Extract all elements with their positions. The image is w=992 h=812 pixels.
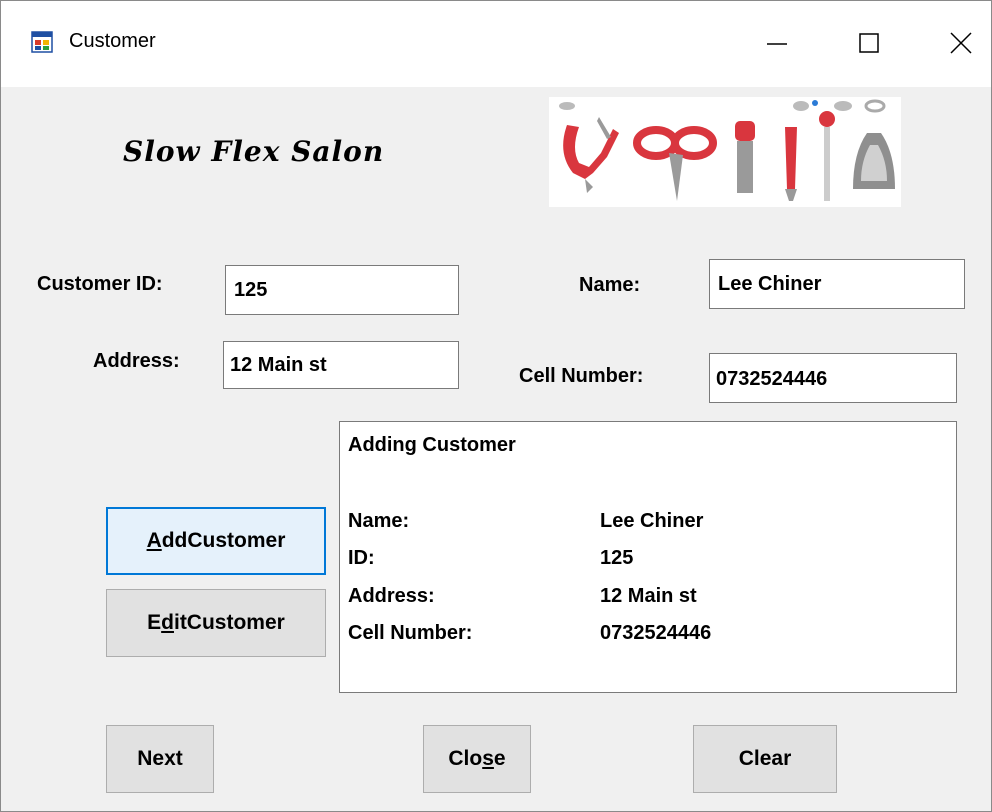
output-name-value: Lee Chiner (600, 510, 704, 532)
close-label-start: Clo (448, 747, 483, 770)
minimize-icon (767, 43, 787, 45)
edit-customer-label-start: E (147, 611, 162, 634)
close-window-button[interactable] (931, 15, 991, 71)
add-customer-label: ddCustomer (161, 529, 286, 552)
maximize-button[interactable] (839, 15, 899, 71)
salon-tools-image (549, 97, 901, 207)
title-bar: Customer (1, 1, 991, 87)
name-field[interactable]: Lee Chiner (709, 259, 965, 309)
cell-number-field[interactable]: 0732524446 (709, 353, 957, 403)
app-icon (31, 31, 53, 53)
output-cell-label: Cell Number: (348, 622, 473, 644)
close-button[interactable]: Clo s e (423, 725, 531, 793)
edit-customer-button[interactable]: Ed itCustomer (106, 589, 326, 657)
customer-id-field[interactable]: 125 (225, 265, 459, 315)
close-label-end: e (493, 747, 506, 770)
name-label: Name: (579, 274, 641, 296)
output-address-label: Address: (348, 585, 435, 607)
clear-button[interactable]: Clear (693, 725, 837, 793)
salon-title: Slow Flex Salon (123, 135, 385, 168)
edit-customer-mnemonic: d (161, 611, 174, 634)
customer-window: Customer Slow Flex Salon Customer ID: 12… (0, 0, 992, 812)
minimize-button[interactable] (747, 15, 807, 71)
output-cell-value: 0732524446 (600, 622, 712, 644)
output-name-label: Name: (348, 510, 410, 532)
cell-number-label: Cell Number: (519, 365, 644, 387)
customer-output-box: Adding Customer Name: Lee Chiner ID: 125… (339, 421, 957, 693)
add-customer-mnemonic: A (146, 529, 162, 552)
maximize-icon (859, 33, 879, 53)
address-field[interactable]: 12 Main st (223, 341, 459, 389)
window-title: Customer (69, 30, 156, 52)
output-heading: Adding Customer (348, 434, 516, 456)
output-id-value: 125 (600, 547, 634, 569)
output-id-label: ID: (348, 547, 375, 569)
edit-customer-label-end: itCustomer (173, 611, 285, 634)
close-mnemonic: s (482, 747, 494, 770)
output-address-value: 12 Main st (600, 585, 697, 607)
close-icon (950, 32, 972, 54)
address-label: Address: (93, 350, 180, 372)
salon-tools-icon (559, 99, 895, 201)
next-button[interactable]: Next (106, 725, 214, 793)
add-customer-button[interactable]: AddCustomer (106, 507, 326, 575)
customer-id-label: Customer ID: (37, 273, 163, 295)
